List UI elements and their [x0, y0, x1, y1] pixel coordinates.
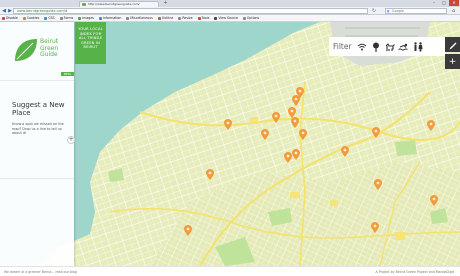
bicycle-filter-button[interactable]	[445, 37, 460, 52]
new-tab-button[interactable]: +	[162, 1, 169, 6]
bookmark-item[interactable]: Information	[98, 16, 121, 20]
bookmark-item[interactable]: Tools	[197, 16, 209, 20]
address-bar[interactable]: www.beirutgreenguide.com/#	[13, 8, 368, 14]
tab-title: http://www.beirutgreenguide.com/	[88, 2, 140, 6]
bookmark-icon	[178, 16, 182, 20]
map-marker-icon[interactable]	[224, 119, 232, 130]
suggest-place-title[interactable]: Suggest a New Place	[12, 101, 68, 117]
bookmark-item[interactable]: Forms	[59, 16, 73, 20]
bookmark-item[interactable]: Outline	[157, 16, 173, 20]
window-controls: – □ ✕	[429, 0, 459, 6]
bookmark-icon	[59, 16, 63, 20]
bookmark-icon	[214, 16, 218, 20]
bookmark-icon	[98, 16, 102, 20]
add-place-button[interactable]: +	[67, 136, 75, 144]
search-field[interactable]: g Google	[385, 8, 447, 14]
zoom-in-button[interactable]: +	[445, 54, 460, 69]
tagline-box: YOUR LOCAL INDEX FOR ALL THINGS GREEN IN…	[75, 22, 106, 64]
bookmark-icon	[2, 16, 5, 20]
tab-strip: http://www.beirutgreenguide.com/ + – □ ✕	[0, 0, 460, 7]
tree-icon[interactable]	[370, 42, 382, 52]
filter-bar: Filter	[329, 37, 445, 56]
bookmark-icon	[126, 16, 130, 20]
bookmark-item[interactable]: Images	[78, 16, 94, 20]
bookmark-item[interactable]: CSS	[44, 16, 55, 20]
bookmark-item[interactable]: Options	[242, 16, 259, 20]
map-marker-icon[interactable]	[299, 129, 307, 140]
page-footer: We dream of a greener Beirut... read our…	[0, 266, 460, 276]
bookmark-icon	[44, 16, 48, 20]
map-marker-icon[interactable]	[284, 152, 292, 163]
close-icon[interactable]: ✕	[449, 0, 459, 6]
bookmark-item[interactable]: View Source	[214, 16, 238, 20]
wifi-icon[interactable]	[356, 42, 368, 52]
map-marker-icon[interactable]	[292, 149, 300, 160]
bookmark-item[interactable]: Disable	[2, 16, 18, 20]
map-marker-icon[interactable]	[372, 127, 380, 138]
map-marker-icon[interactable]	[184, 225, 192, 236]
bookmark-icon	[78, 16, 82, 20]
map-marker-icon[interactable]	[291, 117, 299, 128]
minimize-icon[interactable]: –	[429, 0, 439, 6]
bookmarks-toolbar: Disable Cookies CSS Forms Images Information M…	[0, 15, 460, 22]
map-marker-icon[interactable]	[206, 169, 214, 180]
suggest-place-text: Know a spot we missed on the map? Drop u…	[12, 122, 64, 135]
map-marker-icon[interactable]	[272, 112, 280, 123]
home-icon[interactable]: ⌂	[452, 8, 458, 14]
map-marker-icon[interactable]	[371, 222, 379, 233]
divider	[0, 178, 74, 179]
dog-icon[interactable]	[384, 42, 396, 52]
maximize-icon[interactable]: □	[439, 0, 449, 6]
brand-name[interactable]: Beirut Green Guide	[40, 38, 58, 59]
pen-icon	[449, 42, 456, 49]
filter-label[interactable]: Filter	[333, 42, 352, 51]
map-marker-icon[interactable]	[430, 195, 438, 206]
divider	[0, 80, 74, 81]
leaf-logo-icon	[15, 39, 37, 61]
search-engine-icon: g	[387, 9, 390, 13]
favicon-icon	[82, 3, 86, 6]
restroom-icon[interactable]	[412, 41, 424, 52]
bookmark-icon	[157, 16, 161, 20]
map-marker-icon[interactable]	[261, 129, 269, 140]
swimmer-icon[interactable]	[398, 42, 410, 52]
footer-blog-link[interactable]: We dream of a greener Beirut... read our…	[4, 270, 77, 274]
bookmark-icon	[22, 16, 26, 20]
map-marker-icon[interactable]	[427, 120, 435, 131]
map-marker-icon[interactable]	[292, 95, 300, 106]
map-marker-icon[interactable]	[374, 179, 382, 190]
map-marker-icon[interactable]	[341, 146, 349, 157]
refresh-icon[interactable]: ↻	[371, 8, 377, 14]
bookmark-icon	[242, 16, 246, 20]
bookmark-item[interactable]: Miscellaneous	[126, 16, 153, 20]
side-panel: Beirut Green Guide BETA Suggest a New Pl…	[0, 22, 75, 266]
navigation-toolbar: ◀ ▶ www.beirutgreenguide.com/# ↻ g Googl…	[0, 7, 460, 15]
footer-credits[interactable]: A Project by Beirut Green Project and Ma…	[376, 270, 454, 274]
bookmark-icon	[197, 16, 201, 20]
bookmark-item[interactable]: Cookies	[22, 16, 39, 20]
beta-badge: BETA	[61, 72, 74, 76]
bookmark-item[interactable]: Resize	[178, 16, 193, 20]
